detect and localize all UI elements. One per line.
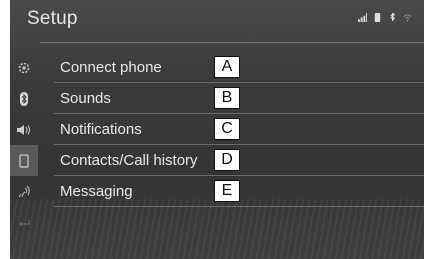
status-bar (358, 13, 412, 22)
bluetooth-icon (390, 13, 396, 22)
sidebar-item-voice[interactable] (10, 176, 38, 207)
menu-item-messaging[interactable]: Messaging E (54, 176, 424, 207)
phone-icon (19, 153, 29, 168)
menu-item-connect-phone[interactable]: Connect phone A (54, 52, 424, 83)
gear-icon (18, 62, 30, 73)
menu-item-notifications[interactable]: Notifications C (54, 114, 424, 145)
signal-bars-icon (358, 13, 367, 22)
phone-battery-icon (374, 13, 381, 22)
callout-label: E (214, 180, 240, 202)
sidebar-item-phone[interactable] (10, 145, 38, 176)
menu-item-label: Messaging (60, 182, 133, 200)
back-arrow-icon (19, 219, 30, 226)
bluetooth-icon (20, 91, 28, 106)
setup-screen: Setup Connect phone A Sounds B Notificat… (10, 0, 424, 259)
header-divider (40, 42, 424, 43)
menu-item-sounds[interactable]: Sounds B (54, 83, 424, 114)
sidebar-item-sounds[interactable] (10, 114, 38, 145)
callout-label: C (214, 118, 240, 140)
menu-item-label: Contacts/Call history (60, 151, 198, 169)
callout-label: A (214, 56, 240, 78)
sidebar-item-settings[interactable] (10, 52, 38, 83)
callout-label: D (214, 149, 240, 171)
page-title: Setup (27, 8, 78, 29)
menu-item-label: Sounds (60, 89, 111, 107)
sidebar-item-bluetooth[interactable] (10, 83, 38, 114)
setup-menu: Connect phone A Sounds B Notifications C… (54, 52, 424, 207)
voice-command-icon (18, 185, 30, 197)
callout-label: B (214, 87, 240, 109)
wifi-icon (403, 14, 412, 22)
menu-item-contacts-call-history[interactable]: Contacts/Call history D (54, 145, 424, 176)
menu-item-label: Connect phone (60, 58, 162, 76)
speaker-icon (17, 124, 30, 135)
sidebar-item-back[interactable] (10, 207, 38, 238)
menu-item-label: Notifications (60, 120, 142, 138)
sidebar (10, 52, 38, 238)
